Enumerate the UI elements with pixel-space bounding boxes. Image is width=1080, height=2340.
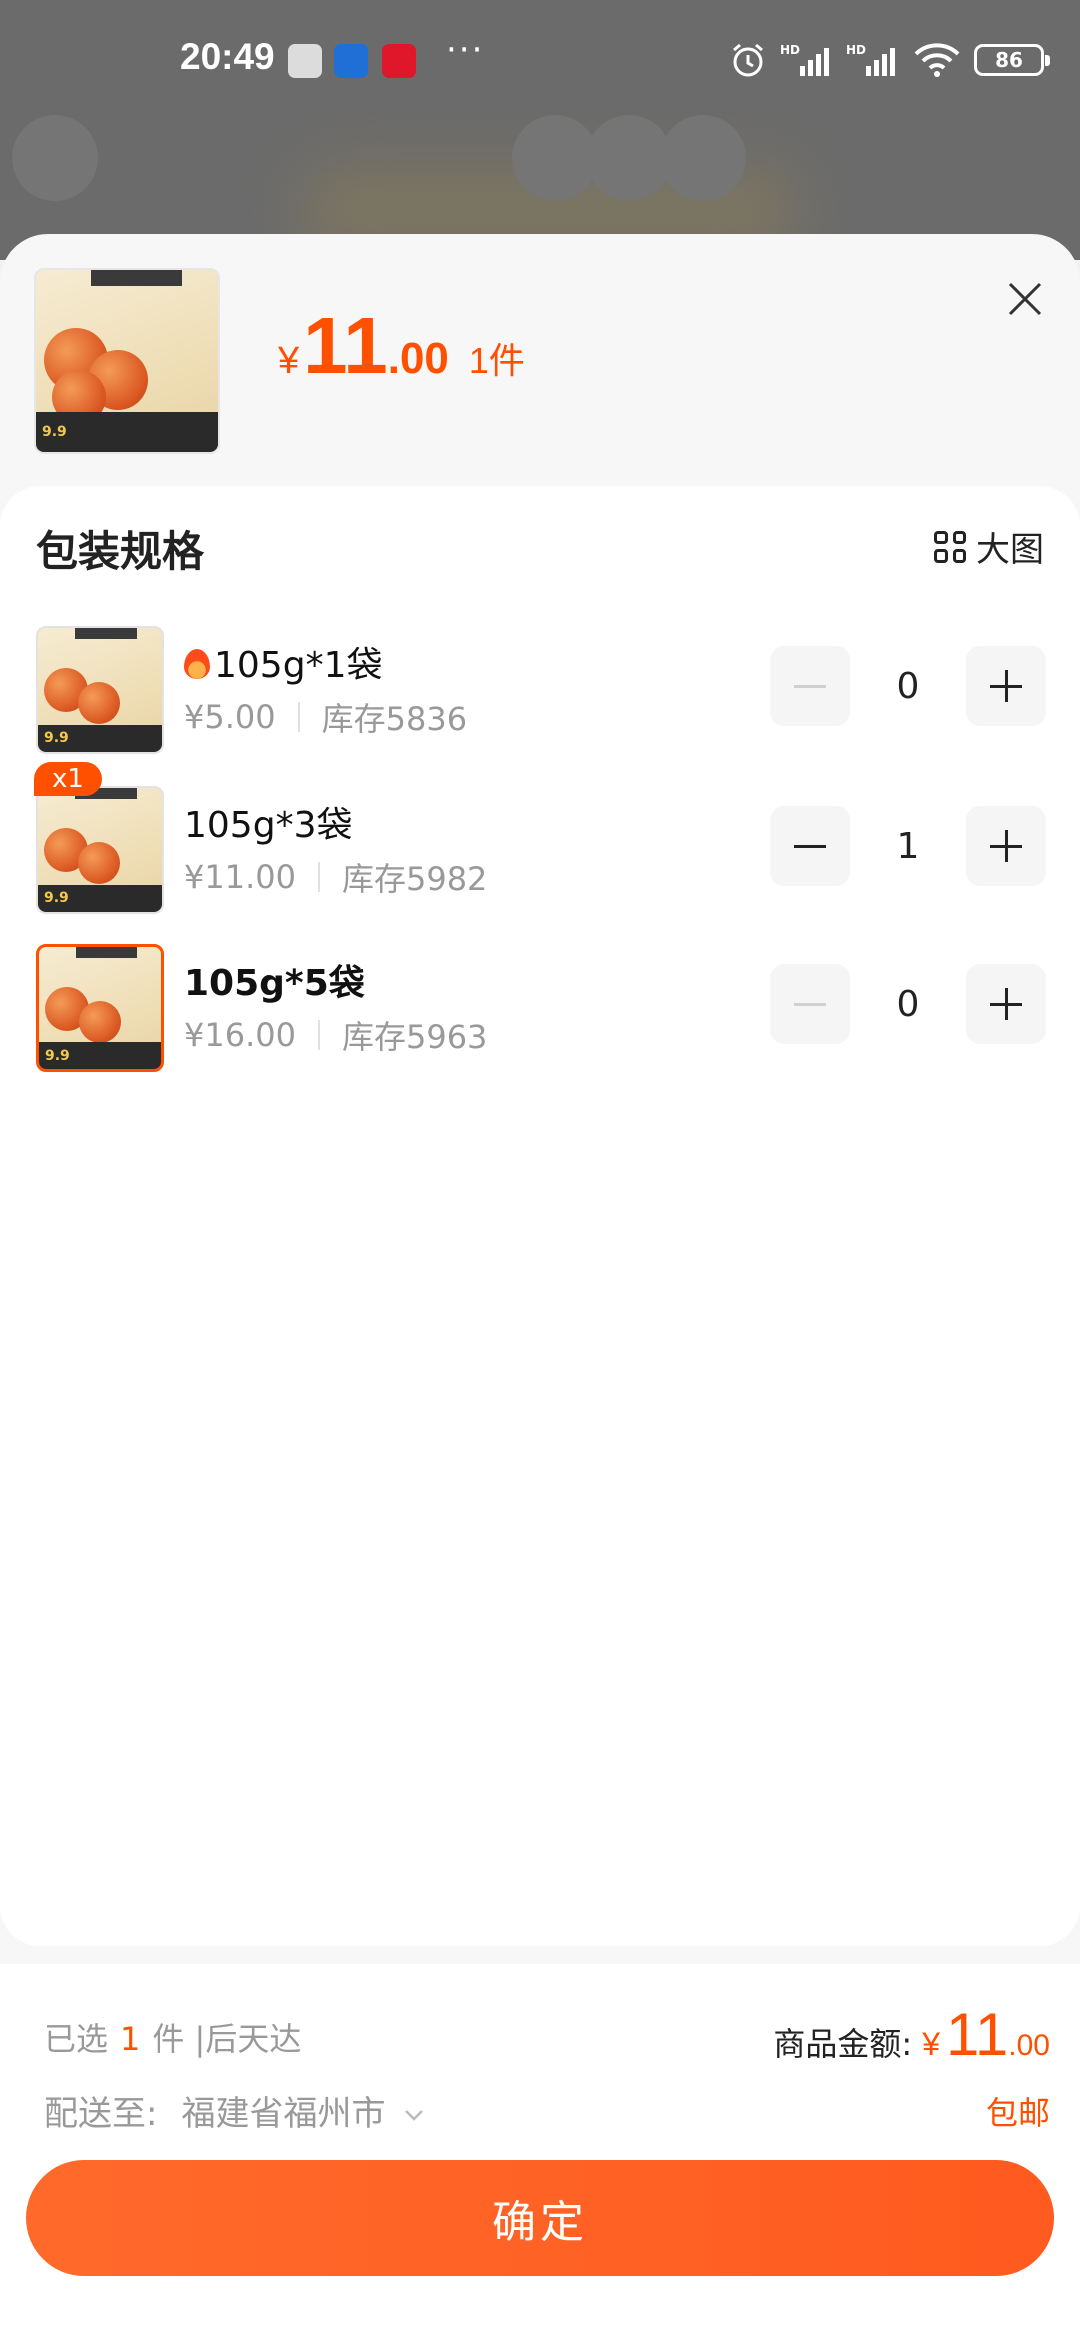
svg-text:HD: HD: [780, 43, 800, 57]
selected-price: ¥ 11 .00 1件: [278, 300, 525, 392]
svg-text:HD: HD: [846, 43, 866, 57]
quantity-stepper: 0: [770, 646, 1046, 726]
selected-quantity: 1件: [468, 340, 525, 381]
sku-price: ¥11.00: [184, 858, 296, 896]
sku-list-card: 包装规格 大图 9.9 105g*1袋 ¥5.00 库存5836 0 x1 9.…: [0, 486, 1080, 1946]
decrease-button[interactable]: [770, 806, 850, 886]
decrease-button[interactable]: [770, 964, 850, 1044]
confirm-button[interactable]: 确定: [26, 2160, 1054, 2276]
amount-decimal: .00: [1008, 2029, 1050, 2062]
price-integer: 11: [303, 301, 388, 390]
selected-count-badge: x1: [34, 762, 102, 796]
quantity-value[interactable]: 1: [850, 806, 966, 886]
decrease-button[interactable]: [770, 646, 850, 726]
close-icon[interactable]: [1000, 274, 1050, 324]
status-indicators: HD HD 86: [728, 40, 1050, 80]
sku-selector-sheet: 9.9 ¥ 11 .00 1件 包装规格 大图 9.9 105g*1袋 ¥5.0…: [0, 234, 1080, 2340]
wifi-icon: [914, 43, 960, 77]
selected-prefix: 已选: [44, 2020, 109, 2058]
sku-meta: ¥11.00 库存5982: [184, 854, 487, 900]
chevron-down-icon: [405, 2110, 424, 2121]
tmall-notification-icon: [382, 44, 416, 78]
sku-stock: 库存5836: [321, 700, 468, 738]
sku-price: ¥16.00: [184, 1016, 296, 1054]
sku-image-tag: 9.9: [38, 724, 162, 752]
product-image-tag: 9.9: [36, 411, 218, 452]
big-image-label: 大图: [976, 530, 1044, 570]
checkout-footer: 已选 1 件 |后天达 商品金额: ¥ 11 .00 配送至: 福建省福州市 包邮…: [0, 1964, 1080, 2340]
increase-button[interactable]: [966, 806, 1046, 886]
quantity-value[interactable]: 0: [850, 646, 966, 726]
increase-button[interactable]: [966, 646, 1046, 726]
sku-meta: ¥16.00 库存5963: [184, 1012, 487, 1058]
quantity-stepper: 0: [770, 964, 1046, 1044]
sku-name: 105g*1袋: [184, 636, 382, 688]
amount-label: 商品金额:: [773, 2025, 913, 2063]
sku-image[interactable]: 9.9: [36, 786, 164, 914]
section-title: 包装规格: [36, 527, 205, 576]
back-button: [12, 115, 98, 201]
price-decimal: .00: [387, 334, 449, 383]
grid-icon: [934, 530, 966, 563]
home-indicator: [0, 2314, 1080, 2340]
sku-name: 105g*5袋: [184, 963, 365, 1004]
sku-stock: 库存5963: [341, 1018, 488, 1056]
fire-icon: [184, 649, 210, 679]
minus-icon: [794, 684, 826, 688]
sku-option[interactable]: 9.9 105g*1袋 ¥5.00 库存5836 0: [36, 626, 1046, 756]
ship-destination: 福建省福州市: [181, 2094, 386, 2134]
shipping-address[interactable]: 配送至: 福建省福州市: [44, 2086, 426, 2135]
product-image[interactable]: 9.9: [34, 268, 220, 454]
sku-meta: ¥5.00 库存5836: [184, 694, 467, 740]
more-button: [660, 115, 746, 201]
sku-name-text: 105g*1袋: [214, 645, 383, 686]
quantity-stepper: 1: [770, 806, 1046, 886]
selected-summary: 已选 1 件 |后天达: [44, 2014, 301, 2060]
alarm-icon: [733, 43, 763, 77]
currency-symbol: ¥: [278, 340, 300, 382]
sku-image-tag: 9.9: [38, 884, 162, 912]
big-image-toggle[interactable]: 大图: [934, 522, 1044, 571]
minus-icon: [794, 844, 826, 848]
sku-option[interactable]: x1 9.9 105g*3袋 ¥11.00 库存5982 1: [34, 762, 1046, 916]
status-time: 20:49: [180, 36, 275, 77]
sku-image-tag: 9.9: [39, 1042, 161, 1069]
amount-currency: ¥: [922, 2026, 940, 2062]
notification-app-icon: [334, 44, 368, 78]
selected-count: 1: [120, 2020, 141, 2058]
more-notifications-icon: ···: [446, 30, 485, 70]
sku-image[interactable]: 9.9: [36, 944, 164, 1072]
sku-stock: 库存5982: [341, 860, 488, 898]
quantity-value[interactable]: 0: [850, 964, 966, 1044]
battery-icon: 86: [974, 44, 1050, 76]
sku-image[interactable]: 9.9: [36, 626, 164, 754]
notification-app-icon: [288, 44, 322, 78]
status-bar: 20:49 ··· HD HD 86: [0, 0, 1080, 120]
divider: [317, 862, 320, 892]
sku-price: ¥5.00: [184, 698, 276, 736]
minus-icon: [794, 1002, 826, 1006]
increase-button[interactable]: [966, 964, 1046, 1044]
divider: [297, 702, 300, 732]
divider: [317, 1020, 320, 1050]
total-amount: 商品金额: ¥ 11 .00: [773, 2000, 1050, 2069]
sku-option[interactable]: 9.9 105g*5袋 ¥16.00 库存5963 0: [36, 944, 1046, 1074]
selected-suffix: 件 |后天达: [152, 2020, 302, 2058]
amount-integer: 11: [945, 2001, 1009, 2068]
signal-icon: HD: [780, 43, 829, 76]
ship-label: 配送至:: [44, 2094, 158, 2134]
sheet-header: 9.9 ¥ 11 .00 1件: [0, 234, 1080, 484]
free-shipping-label: 包邮: [985, 2094, 1050, 2132]
signal-icon: HD: [846, 43, 895, 76]
sku-name: 105g*3袋: [184, 805, 353, 846]
